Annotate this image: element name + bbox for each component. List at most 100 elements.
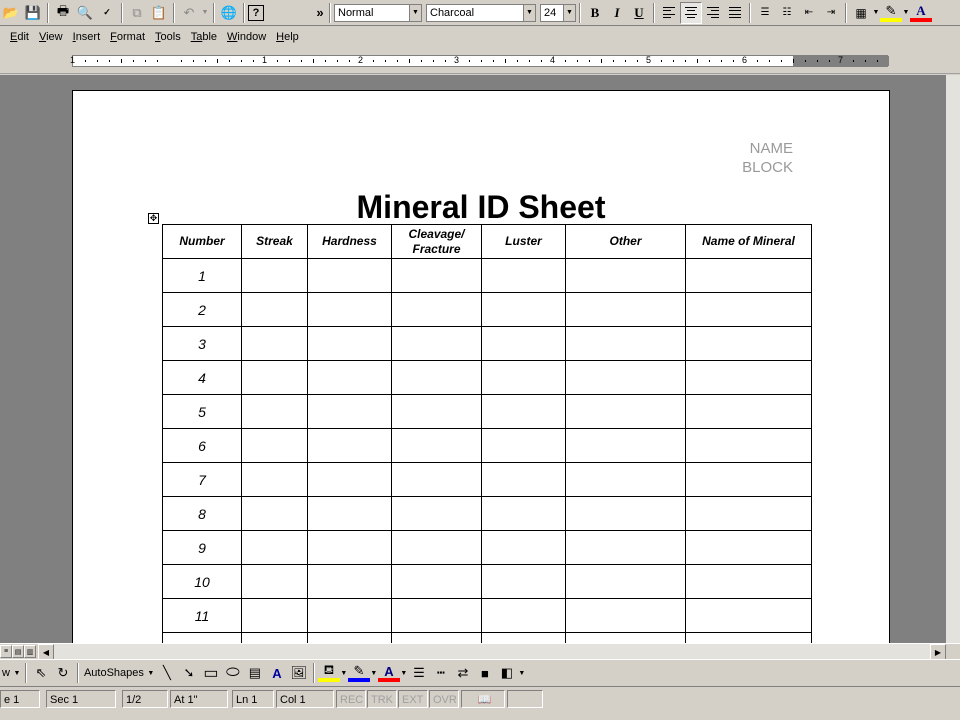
table-header-cell[interactable]: Name of Mineral: [685, 224, 812, 259]
arrow-icon[interactable]: ➘: [178, 662, 200, 684]
table-cell[interactable]: [391, 394, 482, 429]
table-cell[interactable]: [565, 326, 686, 361]
clip-art-icon[interactable]: 🖼: [288, 662, 310, 684]
table-cell[interactable]: [391, 496, 482, 531]
table-cell[interactable]: [241, 564, 308, 599]
highlight-dropdown-icon[interactable]: ▼: [902, 2, 910, 24]
table-cell[interactable]: [685, 292, 812, 327]
paste-icon[interactable]: 📋: [148, 2, 170, 24]
table-cell[interactable]: [565, 428, 686, 463]
oval-icon[interactable]: ⬭: [222, 662, 244, 684]
table-cell[interactable]: [685, 326, 812, 361]
table-cell[interactable]: [481, 564, 566, 599]
table-header-cell[interactable]: Hardness: [307, 224, 392, 259]
table-header-cell[interactable]: Other: [565, 224, 686, 259]
web-globe-icon[interactable]: 🌐: [218, 2, 240, 24]
line-style-icon[interactable]: ☰: [408, 662, 430, 684]
shadow-icon[interactable]: ■: [474, 662, 496, 684]
table-cell[interactable]: [565, 462, 686, 497]
table-cell[interactable]: [241, 292, 308, 327]
table-cell[interactable]: [307, 632, 392, 643]
menu-item[interactable]: View: [34, 31, 68, 43]
spelling-status-icon[interactable]: 📖: [461, 690, 505, 708]
style-select[interactable]: Normal ▼: [334, 3, 422, 22]
scroll-left-icon[interactable]: ◀: [38, 644, 54, 660]
table-cell[interactable]: [241, 258, 308, 293]
table-cell[interactable]: [685, 360, 812, 395]
open-icon[interactable]: 📂: [0, 2, 22, 24]
menu-item[interactable]: Format: [105, 31, 150, 43]
3d-icon[interactable]: ◧: [496, 662, 518, 684]
table-cell[interactable]: [565, 530, 686, 565]
table-cell[interactable]: [685, 428, 812, 463]
table-cell[interactable]: [307, 292, 392, 327]
align-left-button[interactable]: [658, 2, 680, 24]
row-number-cell[interactable]: 4: [162, 360, 242, 395]
document-area[interactable]: NAME BLOCK Mineral ID Sheet ✥ Number Stre…: [0, 75, 946, 643]
table-cell[interactable]: [685, 496, 812, 531]
table-cell[interactable]: [685, 462, 812, 497]
draw-menu-button[interactable]: w: [0, 667, 12, 679]
toolbar-options-icon[interactable]: »: [314, 2, 326, 24]
document-page[interactable]: NAME BLOCK Mineral ID Sheet ✥ Number Stre…: [72, 90, 890, 643]
table-cell[interactable]: [565, 564, 686, 599]
draw-dropdown-icon[interactable]: ▼: [12, 662, 22, 684]
table-cell[interactable]: [481, 530, 566, 565]
table-cell[interactable]: [307, 564, 392, 599]
rectangle-icon[interactable]: ▭: [200, 662, 222, 684]
table-cell[interactable]: [241, 496, 308, 531]
table-cell[interactable]: [565, 258, 686, 293]
fill-color-dropdown-icon[interactable]: ▼: [340, 662, 348, 684]
chevron-down-icon[interactable]: ▼: [409, 4, 421, 21]
table-cell[interactable]: [565, 496, 686, 531]
table-cell[interactable]: [307, 598, 392, 633]
table-cell[interactable]: [307, 326, 392, 361]
table-cell[interactable]: [481, 258, 566, 293]
table-cell[interactable]: [241, 530, 308, 565]
table-cell[interactable]: [685, 394, 812, 429]
table-cell[interactable]: [307, 428, 392, 463]
table-cell[interactable]: [391, 632, 482, 643]
undo-dropdown-icon[interactable]: ▼: [200, 2, 210, 24]
print-preview-icon[interactable]: 🔍: [74, 2, 96, 24]
underline-button[interactable]: U: [628, 2, 650, 24]
bold-button[interactable]: B: [584, 2, 606, 24]
scroll-right-icon[interactable]: ▶: [930, 644, 946, 660]
row-number-cell[interactable]: 2: [162, 292, 242, 327]
menu-item[interactable]: Table: [186, 31, 222, 43]
select-objects-icon[interactable]: ⇖: [30, 662, 52, 684]
draw-font-color-icon[interactable]: A: [377, 664, 400, 682]
table-cell[interactable]: [391, 326, 482, 361]
help-icon[interactable]: ?: [248, 4, 264, 21]
row-number-cell[interactable]: 6: [162, 428, 242, 463]
chevron-down-icon[interactable]: ▼: [523, 4, 535, 21]
bullets-icon[interactable]: ☷: [776, 2, 798, 24]
table-cell[interactable]: [481, 598, 566, 633]
draw-font-color-dropdown-icon[interactable]: ▼: [400, 662, 408, 684]
fill-color-icon[interactable]: ⛾: [317, 662, 340, 682]
line-color-icon[interactable]: ✎: [347, 663, 370, 682]
table-cell[interactable]: [391, 428, 482, 463]
wordart-icon[interactable]: A: [266, 662, 288, 684]
free-rotate-icon[interactable]: ↻: [52, 662, 74, 684]
table-cell[interactable]: [391, 530, 482, 565]
table-cell[interactable]: [481, 496, 566, 531]
dash-style-icon[interactable]: ┅: [430, 662, 452, 684]
table-cell[interactable]: [685, 530, 812, 565]
web-layout-view-icon[interactable]: ▤: [12, 645, 24, 658]
row-number-cell[interactable]: 1: [162, 258, 242, 293]
menu-item[interactable]: Help: [271, 31, 304, 43]
table-cell[interactable]: [685, 632, 812, 643]
status-rec[interactable]: REC: [336, 690, 366, 708]
print-icon[interactable]: 🖶: [52, 2, 74, 24]
table-cell[interactable]: [481, 428, 566, 463]
text-box-icon[interactable]: ▤: [244, 662, 266, 684]
table-header-cell[interactable]: Streak: [241, 224, 308, 259]
table-cell[interactable]: [481, 394, 566, 429]
save-icon[interactable]: 💾: [22, 2, 44, 24]
table-cell[interactable]: [391, 292, 482, 327]
table-cell[interactable]: [241, 326, 308, 361]
borders-dropdown-icon[interactable]: ▼: [872, 2, 880, 24]
table-header-cell[interactable]: Luster: [481, 224, 566, 259]
row-number-cell[interactable]: 8: [162, 496, 242, 531]
